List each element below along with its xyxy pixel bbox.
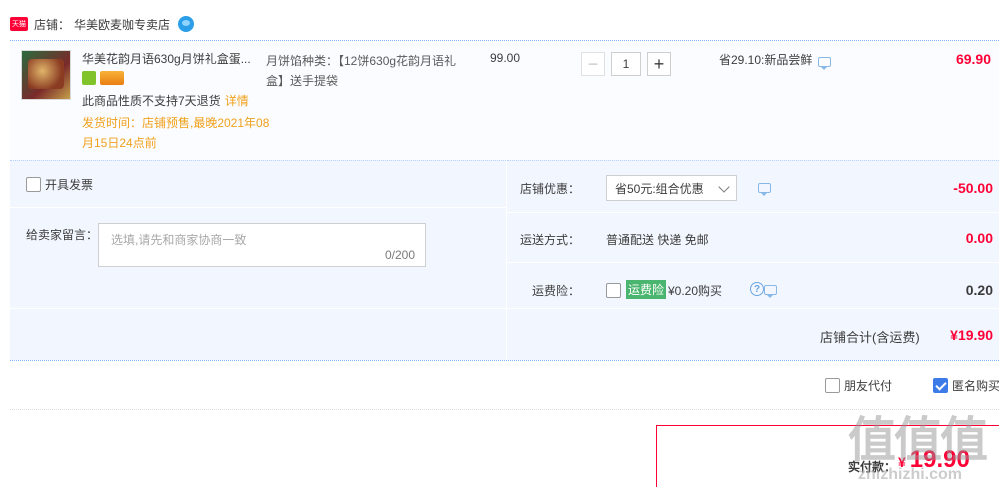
chat-wangwang-icon[interactable] (178, 16, 195, 32)
android-service-icon[interactable] (82, 71, 96, 85)
help-icon[interactable]: ? (750, 282, 764, 296)
product-thumbnail[interactable] (21, 50, 71, 100)
return-detail-link[interactable]: 详情 (225, 94, 249, 108)
credit-card-service-icon[interactable] (100, 71, 124, 85)
shipping-insurance-price: ¥0.20购买 (668, 284, 723, 298)
shop-header: 天猫 店铺： 华美欧麦咖专卖店 (10, 14, 195, 34)
tmall-logo-icon: 天猫 (10, 17, 28, 31)
chevron-down-icon (718, 181, 730, 193)
unit-price: 99.00 (490, 51, 521, 65)
quantity-increase-button[interactable]: + (647, 52, 671, 76)
shipping-insurance-label: 运费险： (531, 284, 580, 298)
product-title-link[interactable]: 华美花韵月语630g月饼礼盒蛋... (82, 51, 258, 67)
shipping-insurance-checkbox[interactable] (606, 283, 621, 298)
anonymous-buy-label: 匿名购买 (952, 379, 999, 393)
return-policy-note: 此商品性质不支持7天退货 详情 (82, 93, 249, 109)
invoice-checkbox[interactable] (26, 177, 41, 192)
product-sku: 月饼馅种类：【12饼630g花韵月语礼盒】送手提袋 (266, 54, 457, 88)
message-bubble-icon[interactable] (758, 183, 771, 196)
shipping-method-value: 普通配送 快递 免邮 (606, 233, 709, 247)
divider (10, 308, 999, 309)
anonymous-buy-checkbox[interactable] (933, 378, 948, 393)
item-promotion: 省29.10:新品尝鲜 (719, 51, 832, 70)
shop-total-value: ¥19.90 (950, 327, 993, 343)
divider (10, 207, 506, 208)
divider (10, 360, 999, 361)
friend-pay-label: 朋友代付 (844, 379, 893, 393)
invoice-option[interactable]: 开具发票 (26, 176, 93, 193)
shipping-fee: 0.00 (965, 230, 993, 246)
mooncake-image-icon (28, 59, 64, 89)
shop-name-link[interactable]: 华美欧麦咖专卖店 (74, 16, 170, 33)
anonymous-buy-option[interactable]: 匿名购买 (933, 377, 999, 394)
seller-memo-textarea[interactable]: 选填,请先和商家协商一致 0/200 (98, 223, 426, 267)
friend-pay-checkbox[interactable] (825, 378, 840, 393)
discount-selected-value: 省50元:组合优惠 (615, 181, 704, 196)
divider (507, 262, 999, 263)
shipping-method-label: 运送方式： (519, 233, 580, 247)
seller-memo-label: 给卖家留言： (26, 228, 99, 242)
divider (507, 212, 999, 213)
shop-discount-amount: -50.00 (953, 180, 993, 196)
shipping-insurance-amount: 0.20 (965, 282, 993, 298)
message-bubble-icon[interactable] (818, 56, 832, 70)
friend-pay-option[interactable]: 朋友代付 (825, 377, 892, 394)
shop-discount-select[interactable]: 省50元:组合优惠 (606, 175, 737, 201)
quantity-stepper: − 1 + (581, 52, 671, 76)
item-subtotal: 69.90 (955, 51, 991, 67)
service-icons (82, 71, 124, 85)
ship-time-note: 发货时间：店铺预售,最晚2021年08月15日24点前 (82, 116, 270, 150)
memo-placeholder: 选填,请先和商家协商一致 (111, 233, 247, 247)
return-note-text: 此商品性质不支持7天退货 (82, 94, 221, 108)
quantity-decrease-button[interactable]: − (581, 52, 605, 76)
message-bubble-icon[interactable] (764, 285, 778, 298)
promotion-text: 省29.10:新品尝鲜 (719, 53, 813, 67)
invoice-label: 开具发票 (45, 178, 94, 192)
shop-discount-label: 店铺优惠： (519, 182, 580, 196)
watermark-logo: 值值值 (848, 414, 988, 467)
shop-label: 店铺： (34, 17, 71, 32)
shop-total-label: 店铺合计(含运费) (820, 330, 920, 345)
shipping-insurance-tag: 运费险 (626, 280, 667, 299)
watermark-url: zhizhizhi.com (858, 466, 962, 483)
order-item-row: 华美花韵月语630g月饼礼盒蛋... 此商品性质不支持7天退货 详情 发货时间：店… (10, 40, 999, 160)
quantity-input[interactable]: 1 (611, 52, 641, 76)
order-options-right (507, 160, 999, 360)
memo-char-count: 0/200 (384, 248, 415, 262)
